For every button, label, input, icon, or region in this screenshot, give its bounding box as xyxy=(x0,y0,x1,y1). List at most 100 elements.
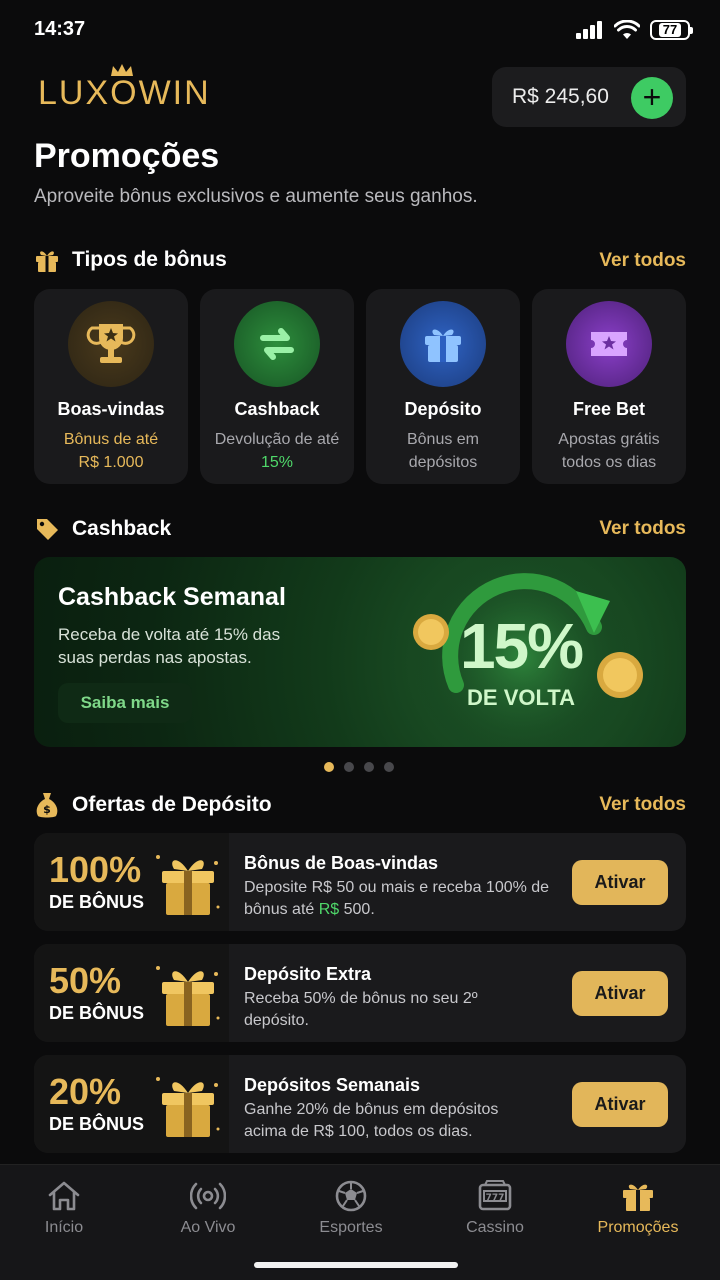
bonus-type-cashback[interactable]: Cashback Devolução de até 15% xyxy=(200,289,354,484)
cashback-see-all[interactable]: Ver todos xyxy=(599,518,686,540)
nav-label: Esportes xyxy=(319,1219,383,1236)
signal-icon xyxy=(576,21,602,39)
banner-title: Cashback Semanal xyxy=(58,583,286,611)
carousel-dot[interactable] xyxy=(344,762,354,772)
offer-percentage-label: DE BÔNUS xyxy=(49,1114,145,1134)
wifi-icon xyxy=(614,20,640,39)
bonus-type-deposit[interactable]: Depósito Bônus em depósitos xyxy=(366,289,520,484)
nav-item-home[interactable]: Início xyxy=(4,1179,124,1237)
nav-label: Cassino xyxy=(466,1219,524,1236)
cashback-header: Cashback xyxy=(34,516,171,542)
offer-percentage: 100% xyxy=(49,849,142,890)
nav-item-live[interactable]: Ao Vivo xyxy=(148,1179,268,1237)
home-icon xyxy=(48,1181,80,1211)
trophy-icon xyxy=(68,301,154,387)
bonus-type-desc: Bônus em depósitos xyxy=(366,428,520,474)
offer-desc-highlight: R$ xyxy=(318,901,340,918)
bonus-type-name: Free Bet xyxy=(572,399,646,419)
bonus-type-desc: Devolução de até 15% xyxy=(200,428,354,474)
offer-title: Depósito Extra xyxy=(244,964,372,984)
bonus-type-desc-line: Apostas grátis xyxy=(558,431,660,448)
bonus-type-name: Cashback xyxy=(234,399,320,419)
offer-badge: 50% DE BÔNUS xyxy=(34,944,229,1042)
nav-label: Início xyxy=(44,1219,84,1236)
bonus-type-name: Boas-vindas xyxy=(57,399,165,419)
bonus-type-desc-line: depósitos xyxy=(408,454,478,471)
offer-percentage-label: DE BÔNUS xyxy=(49,1003,145,1023)
carousel-dot[interactable] xyxy=(384,762,394,772)
battery-icon: 77 xyxy=(650,20,693,40)
carousel-dot[interactable] xyxy=(364,762,374,772)
nav-item-promotions[interactable]: Promoções xyxy=(578,1179,698,1237)
offer-percentage-label: DE BÔNUS xyxy=(49,892,145,912)
app-logo[interactable]: LUXOWIN xyxy=(38,64,211,113)
gift-icon xyxy=(623,1184,653,1211)
tag-icon xyxy=(37,519,58,540)
bonus-type-desc-line: Bônus de até xyxy=(63,431,159,448)
offer-title: Bônus de Boas-vindas xyxy=(244,853,439,873)
page-title: Promoções xyxy=(34,137,220,175)
bonus-types-title: Tipos de bônus xyxy=(72,248,227,271)
offer-description: Deposite R$ 50 ou mais e receba 100% de … xyxy=(244,877,554,921)
slot-machine-icon: 777 xyxy=(478,1180,512,1211)
live-icon xyxy=(190,1182,226,1210)
gift-box-icon xyxy=(156,966,220,1026)
carousel-dots xyxy=(324,762,394,772)
activate-button[interactable]: Ativar xyxy=(572,860,668,905)
bonus-type-welcome[interactable]: Boas-vindas Bônus de até R$ 1.000 xyxy=(34,289,188,484)
deposit-add-button[interactable]: + xyxy=(631,77,673,119)
learn-more-button[interactable]: Saiba mais xyxy=(58,683,192,723)
bonus-type-desc: Apostas grátis todos os dias xyxy=(532,428,686,474)
badge-label: DE VOLTA xyxy=(467,685,575,710)
offer-badge: 100% DE BÔNUS xyxy=(34,833,229,931)
nav-label: Ao Vivo xyxy=(180,1219,236,1236)
offer-desc-text: Deposite R$ 50 ou mais e receba 100% de … xyxy=(244,879,550,918)
offer-title: Depósitos Semanais xyxy=(244,1075,421,1095)
banner-description: Receba de volta até 15% das suas perdas … xyxy=(58,625,281,667)
bonus-types-see-all[interactable]: Ver todos xyxy=(599,250,686,272)
carousel-dot[interactable] xyxy=(324,762,334,772)
bonus-type-desc-line: 15% xyxy=(260,454,294,471)
gift-icon xyxy=(400,301,486,387)
home-indicator[interactable] xyxy=(254,1262,458,1268)
offer-desc-text: 500. xyxy=(339,901,375,918)
bonus-type-desc-line: todos os dias xyxy=(561,454,657,471)
bonus-type-desc: Bônus de até R$ 1.000 xyxy=(34,428,188,474)
balance-amount: R$ 245,60 xyxy=(512,85,609,108)
svg-text:$: $ xyxy=(43,803,51,816)
activate-button[interactable]: Ativar xyxy=(572,971,668,1016)
soccer-ball-icon xyxy=(335,1180,367,1212)
nav-item-casino[interactable]: 777 Cassino xyxy=(435,1179,555,1237)
ticket-icon xyxy=(566,301,652,387)
nav-item-sports[interactable]: Esportes xyxy=(291,1179,411,1237)
deposit-offers-header: $ Ofertas de Depósito xyxy=(34,791,272,819)
bonus-type-desc-line: R$ 1.000 xyxy=(78,454,144,471)
gift-box-icon xyxy=(156,855,220,915)
cashback-banner[interactable]: Cashback Semanal Receba de volta até 15%… xyxy=(34,557,686,747)
badge-percentage: 15% xyxy=(459,610,584,682)
offer-description: Ganhe 20% de bônus em depósitos acima de… xyxy=(244,1101,499,1140)
gift-icon xyxy=(36,251,58,272)
bonus-type-name: Depósito xyxy=(404,399,482,419)
bonus-types-header: Tipos de bônus xyxy=(34,247,227,273)
deposit-offer-card[interactable]: 50% DE BÔNUS Depósito Extra Receba 50% d… xyxy=(34,944,686,1042)
deposit-offer-card[interactable]: 20% DE BÔNUS Depósitos Semanais Ganhe 20… xyxy=(34,1055,686,1153)
logo-text: LUXOWIN xyxy=(38,74,211,112)
status-time: 14:37 xyxy=(34,18,86,40)
bonus-type-freebet[interactable]: Free Bet Apostas grátis todos os dias xyxy=(532,289,686,484)
money-bag-icon: $ xyxy=(36,793,58,818)
bonus-type-desc-line: Devolução de até xyxy=(214,431,340,448)
page-subtitle: Aproveite bônus exclusivos e aumente seu… xyxy=(34,186,478,207)
crown-icon xyxy=(111,64,133,76)
cashback-arrows-icon xyxy=(234,301,320,387)
activate-button[interactable]: Ativar xyxy=(572,1082,668,1127)
status-icons: 77 xyxy=(576,20,693,40)
bonus-type-desc-line: Bônus em xyxy=(406,431,480,448)
deposit-offers-title: Ofertas de Depósito xyxy=(72,793,272,816)
balance-box[interactable]: R$ 245,60 + xyxy=(492,67,686,127)
deposit-offer-card[interactable]: 100% DE BÔNUS Bônus de Boas-vindas Depos… xyxy=(34,833,686,931)
offer-percentage: 50% xyxy=(49,960,122,1001)
deposit-offers-see-all[interactable]: Ver todos xyxy=(599,794,686,816)
offer-percentage: 20% xyxy=(49,1071,122,1112)
gift-box-icon xyxy=(156,1077,220,1137)
